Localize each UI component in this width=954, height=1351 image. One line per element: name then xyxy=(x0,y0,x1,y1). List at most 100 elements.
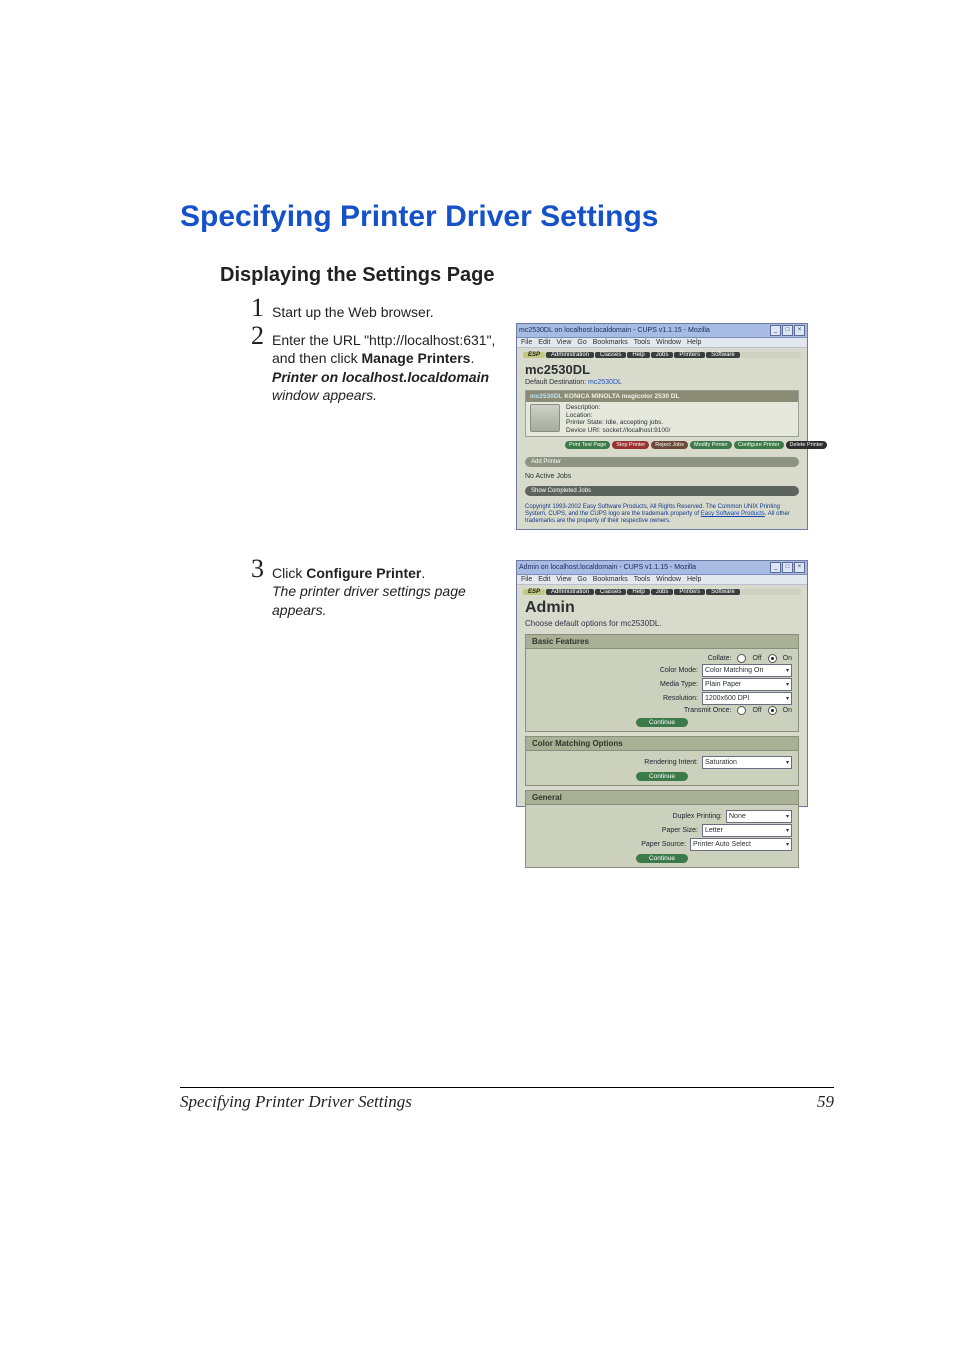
menu-item[interactable]: Tools xyxy=(634,339,650,346)
continue-button[interactable]: Continue xyxy=(636,772,688,781)
menu-item[interactable]: Tools xyxy=(634,576,650,583)
printer-action-buttons[interactable]: Print Test PageStop PrinterReject JobsMo… xyxy=(565,441,799,449)
resolution-select[interactable]: 1200x600 DPI▾ xyxy=(702,692,792,705)
rendering-intent-label: Rendering Intent: xyxy=(644,759,698,766)
chevron-down-icon: ▾ xyxy=(786,813,789,820)
default-dest-link[interactable]: mc2530DL xyxy=(588,379,622,386)
printer-action-button[interactable]: Modify Printer xyxy=(690,441,732,449)
cups-nav-item[interactable]: Classes xyxy=(595,589,626,595)
menu-item[interactable]: View xyxy=(556,339,571,346)
duplex-value: None xyxy=(729,813,746,820)
menu-item[interactable]: File xyxy=(521,576,532,583)
resolution-value: 1200x600 DPI xyxy=(705,695,749,702)
transmit-on-radio[interactable] xyxy=(768,706,777,715)
step3-pre: Click xyxy=(272,565,306,581)
cups-nav-item[interactable]: Printers xyxy=(674,352,705,358)
paper-size-label: Paper Size: xyxy=(662,827,698,834)
printer-action-button[interactable]: Reject Jobs xyxy=(651,441,688,449)
cups-nav[interactable]: ESPAdministrationClassesHelpJobsPrinters… xyxy=(523,589,801,595)
cups-nav-item[interactable]: Jobs xyxy=(651,589,674,595)
media-type-label: Media Type: xyxy=(660,681,698,688)
add-printer-button[interactable]: Add Printer xyxy=(525,457,799,467)
cups-nav[interactable]: ESPAdministrationClassesHelpJobsPrinters… xyxy=(523,352,801,358)
collate-on-text: On xyxy=(783,655,792,662)
paper-source-row: Paper Source: Printer Auto Select▾ xyxy=(532,838,792,851)
continue-button[interactable]: Continue xyxy=(636,854,688,863)
menu-item[interactable]: Go xyxy=(577,576,586,583)
section-basic-features: Basic Features xyxy=(525,634,799,649)
menu-item[interactable]: Edit xyxy=(538,576,550,583)
color-mode-select[interactable]: Color Matching On▾ xyxy=(702,664,792,677)
printer-description-label: Description: xyxy=(566,404,670,411)
step-text: Start up the Web browser. xyxy=(272,295,434,321)
printer-info: Description: Location: Printer State: Id… xyxy=(566,404,670,434)
printer-banner: mc2530DL KONICA MINOLTA magicolor 2530 D… xyxy=(525,390,799,437)
menu-item[interactable]: Help xyxy=(687,576,701,583)
copyright-link[interactable]: Easy Software Products xyxy=(701,511,765,517)
chevron-down-icon: ▾ xyxy=(786,841,789,848)
printer-device-uri: Device URI: socket://localhost:9100/ xyxy=(566,427,670,434)
window-controls[interactable]: _□× xyxy=(769,325,805,336)
color-mode-label: Color Mode: xyxy=(660,667,698,674)
cups-nav-item[interactable]: Help xyxy=(627,589,649,595)
duplex-select[interactable]: None ▾ xyxy=(726,810,792,823)
printer-action-button[interactable]: Configure Printer xyxy=(734,441,784,449)
paper-size-row: Paper Size: Letter▾ xyxy=(532,824,792,837)
section-general: General xyxy=(525,790,799,805)
paper-source-select[interactable]: Printer Auto Select▾ xyxy=(690,838,792,851)
printer-action-button[interactable]: Stop Printer xyxy=(612,441,649,449)
step2-bold: Manage Printers xyxy=(362,350,471,366)
rendering-intent-select[interactable]: Saturation ▾ xyxy=(702,756,792,769)
banner-title: mc2530DL KONICA MINOLTA magicolor 2530 D… xyxy=(526,391,798,402)
menu-item[interactable]: Help xyxy=(687,339,701,346)
color-matching-form: Rendering Intent: Saturation ▾ Continue xyxy=(525,751,799,786)
window-titlebar: mc2530DL on localhost.localdomain - CUPS… xyxy=(517,324,807,338)
menu-item[interactable]: View xyxy=(556,576,571,583)
choose-default-options-text: Choose default options for mc2530DL. xyxy=(525,619,799,628)
cups-nav-item[interactable]: Software xyxy=(706,352,740,358)
banner-printer-link[interactable]: mc2530DL xyxy=(530,393,562,400)
collate-row: Collate: Off On xyxy=(532,654,792,663)
menu-item[interactable]: Bookmarks xyxy=(593,339,628,346)
show-completed-jobs-button[interactable]: Show Completed Jobs xyxy=(525,486,799,496)
step-number: 1 xyxy=(240,295,264,321)
cups-nav-item[interactable]: Printers xyxy=(674,589,705,595)
chevron-down-icon: ▾ xyxy=(786,759,789,766)
rendering-intent-value: Saturation xyxy=(705,759,737,766)
menu-item[interactable]: File xyxy=(521,339,532,346)
no-active-jobs: No Active Jobs xyxy=(525,473,799,480)
printer-action-button[interactable]: Print Test Page xyxy=(565,441,610,449)
window-title: mc2530DL on localhost.localdomain - CUPS… xyxy=(519,327,710,334)
menu-item[interactable]: Window xyxy=(656,339,681,346)
cups-nav-item[interactable]: Help xyxy=(627,352,649,358)
step3-bold: Configure Printer xyxy=(306,565,421,581)
media-type-select[interactable]: Plain Paper▾ xyxy=(702,678,792,691)
cups-nav-item[interactable]: ESP xyxy=(523,589,545,595)
collate-on-radio[interactable] xyxy=(768,654,777,663)
banner-printer-rest: KONICA MINOLTA magicolor 2530 DL xyxy=(562,393,679,400)
menu-item[interactable]: Window xyxy=(656,576,681,583)
step-number: 3 xyxy=(240,556,264,582)
continue-button[interactable]: Continue xyxy=(636,718,688,727)
chevron-down-icon: ▾ xyxy=(786,667,789,674)
menu-item[interactable]: Edit xyxy=(538,339,550,346)
collate-label: Collate: xyxy=(708,655,732,662)
transmit-off-radio[interactable] xyxy=(737,706,746,715)
cups-nav-item[interactable]: ESP xyxy=(523,352,545,358)
screenshot-printer-page: mc2530DL on localhost.localdomain - CUPS… xyxy=(516,323,808,530)
browser-menubar[interactable]: File Edit View Go Bookmarks Tools Window Help xyxy=(517,338,807,348)
cups-nav-item[interactable]: Classes xyxy=(595,352,626,358)
printer-action-button[interactable]: Delete Printer xyxy=(786,441,828,449)
menu-item[interactable]: Go xyxy=(577,339,586,346)
collate-off-radio[interactable] xyxy=(737,654,746,663)
window-controls[interactable]: _□× xyxy=(769,562,805,573)
cups-nav-item[interactable]: Administration xyxy=(546,352,594,358)
cups-nav-item[interactable]: Administration xyxy=(546,589,594,595)
cups-nav-item[interactable]: Software xyxy=(706,589,740,595)
basic-features-form: Collate: Off On Color Mode: Color Matchi… xyxy=(525,649,799,732)
menu-item[interactable]: Bookmarks xyxy=(593,576,628,583)
paper-size-select[interactable]: Letter▾ xyxy=(702,824,792,837)
cups-nav-item[interactable]: Jobs xyxy=(651,352,674,358)
color-mode-row: Color Mode: Color Matching On▾ xyxy=(532,664,792,677)
browser-menubar[interactable]: File Edit View Go Bookmarks Tools Window Help xyxy=(517,575,807,585)
